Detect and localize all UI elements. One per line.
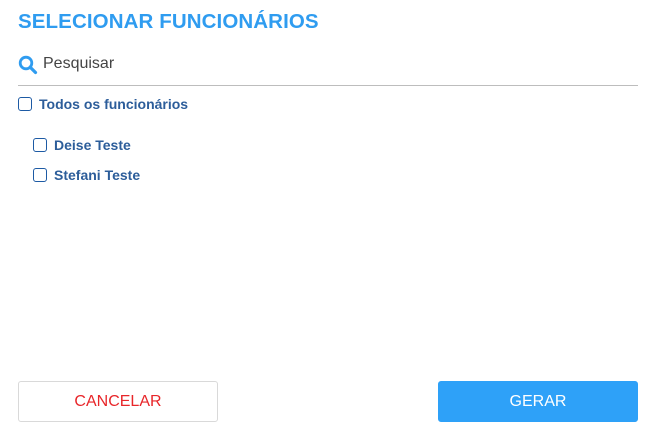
select-all-checkbox[interactable]	[18, 97, 32, 111]
cancel-button[interactable]: CANCELAR	[18, 381, 218, 422]
employee-label: Deise Teste	[54, 137, 131, 153]
search-icon	[18, 52, 38, 80]
select-employees-dialog: SELECIONAR FUNCIONÁRIOS Todos os funcion…	[0, 0, 649, 431]
employee-checkbox[interactable]	[33, 138, 47, 152]
select-all-employees[interactable]: Todos os funcionários	[18, 96, 188, 112]
employee-option[interactable]: Deise Teste	[33, 137, 131, 153]
employee-label: Stefani Teste	[54, 167, 141, 183]
dialog-title: SELECIONAR FUNCIONÁRIOS	[18, 10, 319, 33]
employee-checkbox[interactable]	[33, 168, 47, 182]
employee-option[interactable]: Stefani Teste	[33, 167, 140, 183]
search-input[interactable]	[43, 52, 603, 76]
generate-button[interactable]: GERAR	[438, 381, 638, 422]
search-bar	[18, 52, 638, 86]
select-all-label: Todos os funcionários	[39, 96, 189, 112]
